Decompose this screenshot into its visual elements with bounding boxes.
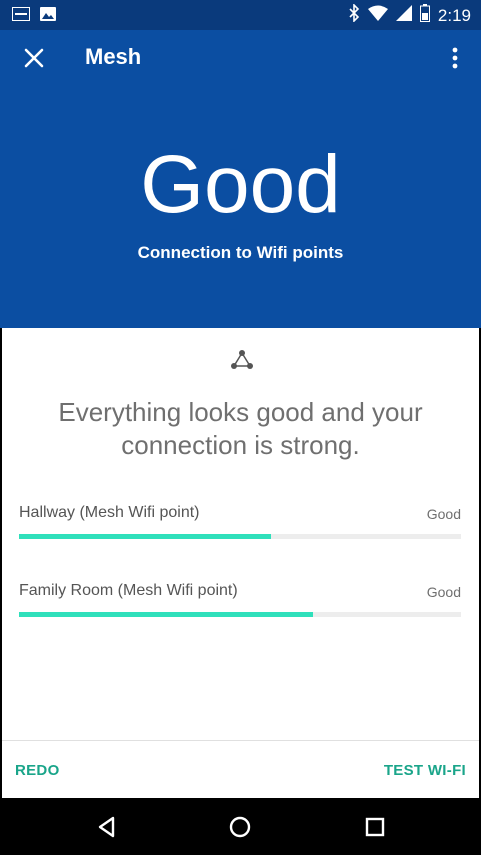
wifi-icon bbox=[367, 5, 388, 26]
home-icon bbox=[229, 816, 251, 838]
sonos-notification-icon bbox=[12, 6, 30, 25]
back-button[interactable] bbox=[92, 812, 122, 842]
close-button[interactable] bbox=[20, 44, 48, 72]
signal-bar-track bbox=[19, 534, 461, 539]
page-title: Mesh bbox=[85, 44, 142, 69]
redo-button[interactable]: REDO bbox=[15, 762, 60, 779]
divider bbox=[2, 740, 479, 741]
wifi-point-quality: Good bbox=[426, 506, 461, 522]
bluetooth-icon bbox=[348, 3, 360, 27]
connection-status-subtitle: Connection to Wifi points bbox=[137, 243, 344, 262]
home-button[interactable] bbox=[225, 812, 255, 842]
close-icon bbox=[24, 48, 44, 68]
cell-signal-icon bbox=[395, 5, 412, 26]
signal-bar-fill bbox=[19, 612, 313, 617]
more-options-button[interactable] bbox=[447, 44, 463, 72]
more-vert-icon bbox=[452, 47, 458, 69]
results-card: Everything looks good and your connectio… bbox=[2, 328, 479, 798]
connection-status: Good bbox=[140, 139, 341, 230]
status-bar: 2:19 bbox=[0, 0, 481, 30]
app-header: Mesh Good Connection to Wifi points bbox=[0, 30, 481, 328]
signal-bar-fill bbox=[19, 534, 271, 539]
toolbar: Mesh bbox=[0, 30, 481, 86]
test-wifi-button[interactable]: TEST WI-FI bbox=[384, 762, 466, 779]
signal-bar-track bbox=[19, 612, 461, 617]
back-icon bbox=[98, 816, 115, 838]
clock: 2:19 bbox=[437, 5, 471, 25]
wifi-point-quality: Good bbox=[426, 584, 461, 600]
battery-icon bbox=[419, 4, 430, 27]
wifi-point-name: Family Room (Mesh Wifi point) bbox=[19, 582, 238, 599]
recents-icon bbox=[365, 817, 385, 837]
recents-button[interactable] bbox=[360, 812, 390, 842]
navigation-bar bbox=[0, 798, 481, 855]
image-notification-icon bbox=[40, 6, 56, 25]
status-headline: Everything looks good and your connectio… bbox=[58, 397, 423, 460]
wifi-point-name: Hallway (Mesh Wifi point) bbox=[19, 504, 200, 521]
mesh-network-icon bbox=[230, 348, 254, 372]
